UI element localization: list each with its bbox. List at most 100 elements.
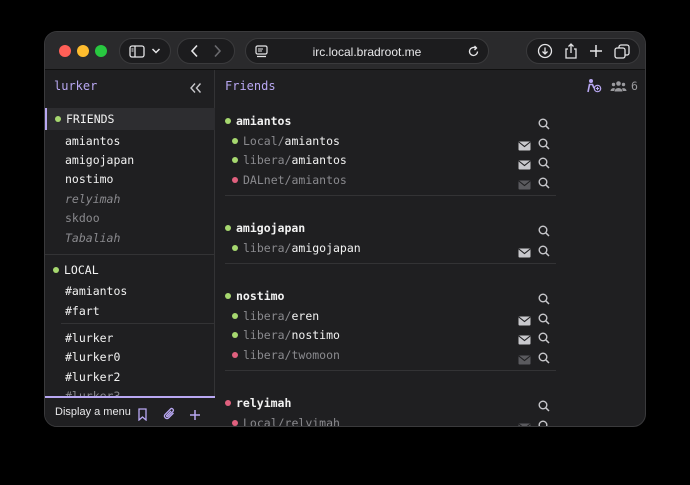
- attachment-icon[interactable]: [163, 406, 176, 425]
- search-icon[interactable]: [538, 242, 550, 261]
- sidebar-item-amiantos[interactable]: amiantos: [65, 134, 120, 148]
- add-icon[interactable]: [189, 406, 201, 425]
- sidebar-item-nostimo[interactable]: nostimo: [65, 172, 113, 186]
- address-bar[interactable]: irc.local.bradroot.me: [245, 38, 489, 64]
- search-icon[interactable]: [538, 310, 550, 329]
- bookmark-icon[interactable]: [137, 406, 148, 425]
- online-dot: [232, 157, 238, 163]
- message-icon[interactable]: [518, 330, 531, 349]
- history-nav-group: [177, 38, 235, 64]
- sidebar: lurker FRIENDS amiantos amigojapan nosti…: [45, 70, 215, 426]
- sidebar-item-tabaliah[interactable]: Tabaliah: [65, 231, 120, 245]
- account-row[interactable]: libera/amigojapan: [232, 241, 361, 255]
- friend-name[interactable]: relyimah: [225, 396, 291, 410]
- search-icon[interactable]: [538, 174, 550, 193]
- online-dot: [225, 118, 231, 124]
- nick-label: relyimah: [284, 415, 340, 427]
- message-icon[interactable]: [518, 136, 531, 155]
- search-icon[interactable]: [538, 329, 550, 348]
- reload-icon[interactable]: [467, 45, 480, 58]
- search-icon[interactable]: [538, 417, 550, 426]
- search-icon[interactable]: [538, 222, 550, 241]
- sidebar-group-local[interactable]: LOCAL: [45, 259, 215, 281]
- chevron-down-icon[interactable]: [151, 47, 161, 55]
- account-row[interactable]: Local/relyimah: [232, 415, 340, 427]
- network-label: Local/: [243, 133, 285, 148]
- message-icon[interactable]: [518, 155, 531, 174]
- sidebar-list: FRIENDS amiantos amigojapan nostimo rely…: [45, 101, 215, 397]
- network-label: libera/: [243, 153, 292, 167]
- message-icon[interactable]: [518, 311, 531, 330]
- divider: [225, 195, 556, 196]
- offline-dot: [225, 400, 231, 406]
- close-window-button[interactable]: [59, 45, 71, 57]
- account-row[interactable]: libera/eren: [232, 309, 319, 323]
- search-icon[interactable]: [538, 154, 550, 173]
- nick-label: twomoon: [291, 347, 340, 362]
- sidebar-item-amigojapan[interactable]: amigojapan: [65, 153, 134, 167]
- message-icon[interactable]: [518, 243, 531, 262]
- account-row[interactable]: libera/nostimo: [232, 328, 340, 342]
- sidebar-item-channel[interactable]: #fart: [65, 304, 100, 318]
- sidebar-item-skdoo[interactable]: skdoo: [65, 211, 100, 225]
- new-tab-icon[interactable]: [589, 44, 603, 58]
- display-menu-button[interactable]: Display a menu: [55, 406, 131, 418]
- divider: [225, 263, 556, 264]
- account-row[interactable]: DALnet/amiantos: [232, 173, 347, 187]
- search-icon[interactable]: [538, 290, 550, 309]
- online-dot: [55, 116, 61, 122]
- members-icon[interactable]: [610, 78, 627, 97]
- main-pane: Friends 6 amiantos Local/amiantos libera/a…: [216, 70, 645, 427]
- member-count: 6: [631, 79, 638, 93]
- zoom-window-button[interactable]: [95, 45, 107, 57]
- add-friend-icon[interactable]: [586, 78, 602, 97]
- forward-icon[interactable]: [212, 44, 222, 58]
- tab-overview-icon[interactable]: [613, 43, 630, 59]
- offline-dot: [232, 351, 238, 358]
- sidebar-item-channel[interactable]: #amiantos: [65, 284, 127, 298]
- account-row[interactable]: libera/twomoon: [232, 348, 340, 362]
- message-icon[interactable]: [518, 350, 531, 369]
- online-dot: [225, 293, 231, 299]
- sidebar-group-friends[interactable]: FRIENDS: [45, 108, 215, 130]
- friend-name[interactable]: amiantos: [225, 114, 291, 128]
- sidebar-footer: Display a menu: [45, 396, 215, 426]
- search-icon[interactable]: [538, 397, 550, 416]
- nick-label: amigojapan: [291, 240, 361, 255]
- sidebar-item-channel[interactable]: #lurker: [65, 331, 113, 345]
- sidebar-item-relyimah[interactable]: relyimah: [65, 192, 120, 206]
- online-dot: [232, 244, 238, 251]
- browser-tools-group: [526, 38, 640, 64]
- share-icon[interactable]: [564, 43, 578, 59]
- browser-window: irc.local.bradroot.me lurker FRIENDS ami…: [44, 31, 646, 427]
- sidebar-toggle-icon[interactable]: [129, 44, 145, 58]
- search-icon[interactable]: [538, 115, 550, 134]
- download-icon[interactable]: [537, 43, 553, 59]
- friend-name[interactable]: amigojapan: [225, 221, 305, 235]
- account-row[interactable]: libera/amiantos: [232, 153, 347, 167]
- message-icon[interactable]: [518, 418, 531, 426]
- search-icon[interactable]: [538, 135, 550, 154]
- network-label: DALnet/: [243, 172, 292, 187]
- collapse-sidebar-icon[interactable]: [189, 79, 203, 98]
- group-label: LOCAL: [64, 263, 99, 277]
- sidebar-item-channel[interactable]: #lurker2: [65, 370, 120, 384]
- search-icon[interactable]: [538, 349, 550, 368]
- friend-name-label: amigojapan: [236, 221, 306, 235]
- friend-name[interactable]: nostimo: [225, 289, 284, 303]
- nick-label: amiantos: [291, 172, 347, 187]
- offline-dot: [232, 176, 238, 183]
- nick-label: eren: [291, 308, 320, 323]
- account-row[interactable]: Local/amiantos: [232, 134, 340, 148]
- nick-label: nostimo: [291, 328, 340, 342]
- divider: [225, 370, 556, 371]
- online-dot: [225, 225, 231, 231]
- minimize-window-button[interactable]: [77, 45, 89, 57]
- message-icon[interactable]: [518, 175, 531, 194]
- sidebar-item-channel[interactable]: #lurker0: [65, 350, 120, 364]
- online-dot: [232, 332, 238, 338]
- network-label: libera/: [243, 240, 292, 255]
- back-icon[interactable]: [190, 44, 200, 58]
- friend-name-label: nostimo: [236, 289, 285, 303]
- network-label: libera/: [243, 308, 292, 323]
